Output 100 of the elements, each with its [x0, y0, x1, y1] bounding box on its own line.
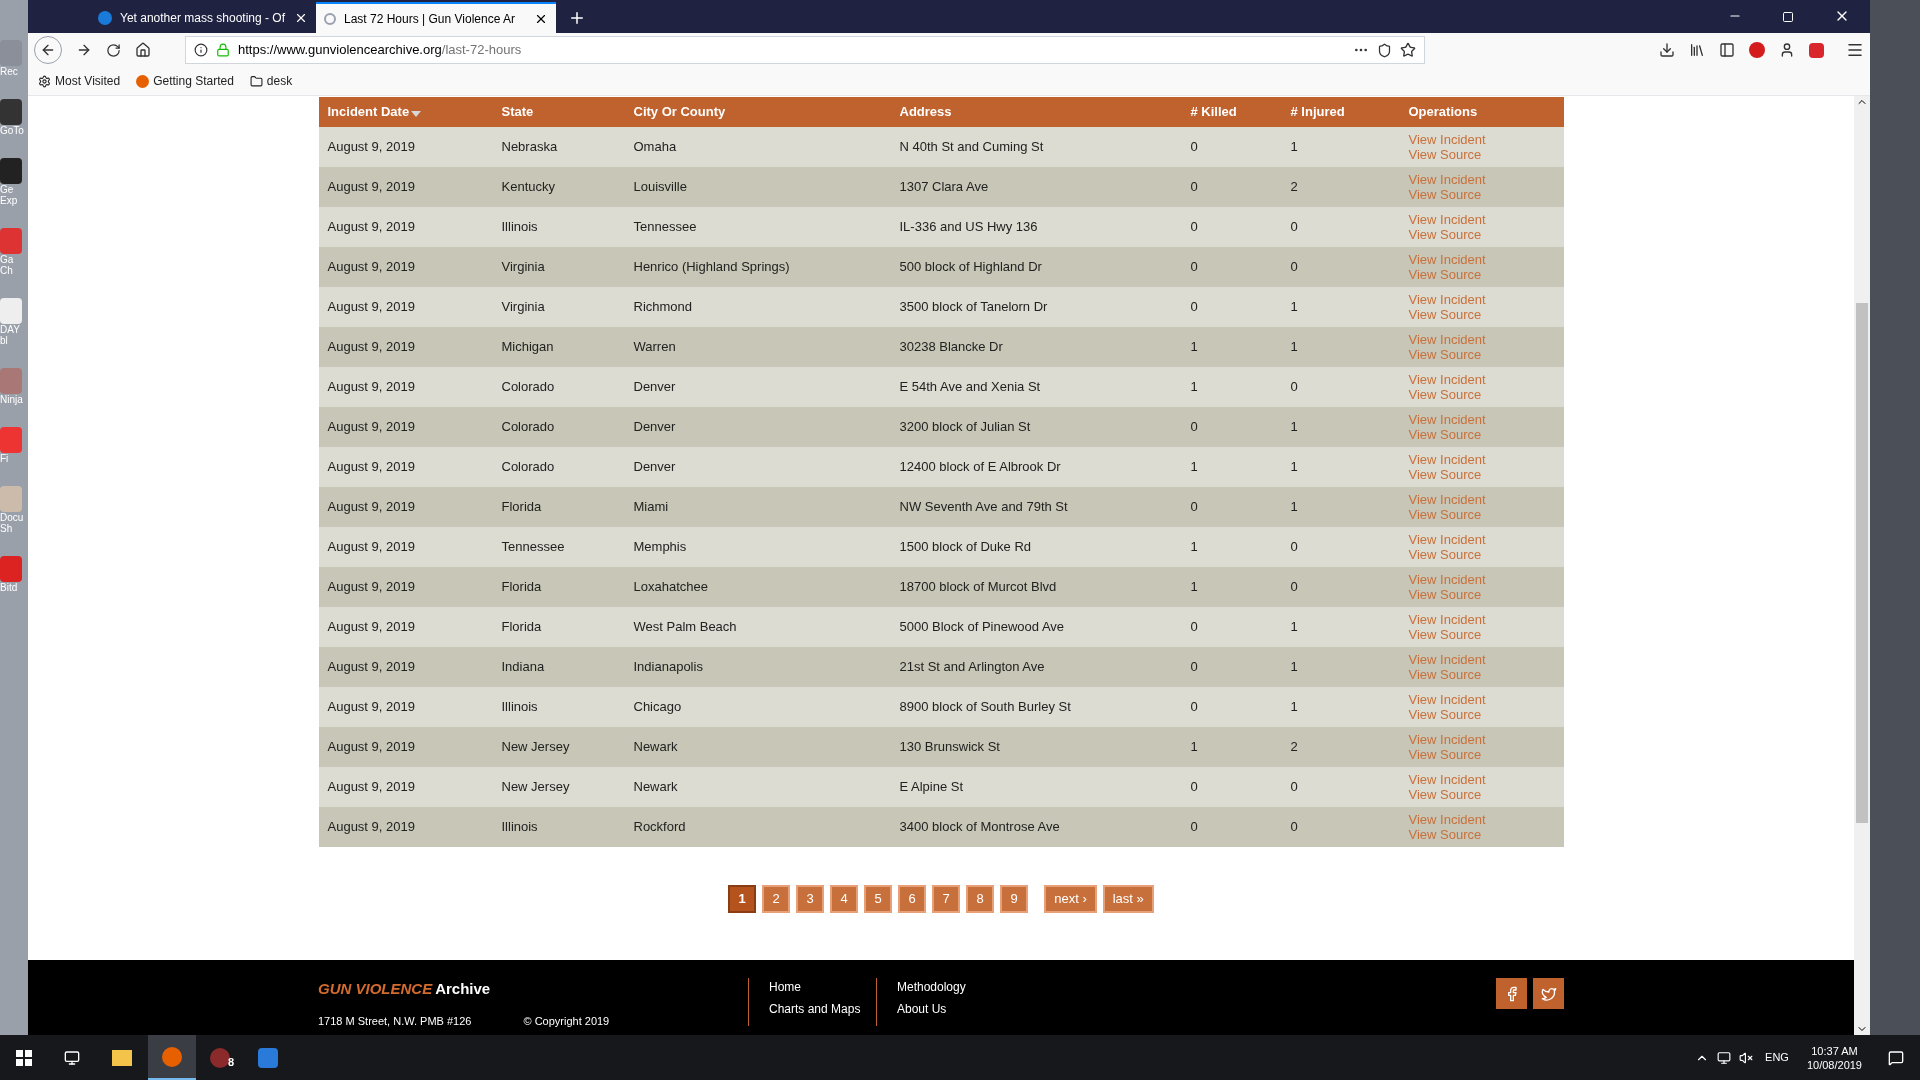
app-taskbar-icon[interactable]	[210, 1047, 230, 1068]
operation-link[interactable]: View Incident	[1408, 732, 1486, 747]
page-button[interactable]: 5	[864, 885, 893, 913]
mail-taskbar-icon[interactable]	[258, 1047, 278, 1068]
operation-link[interactable]: View Source	[1408, 187, 1482, 202]
operation-link[interactable]: View Source	[1408, 707, 1482, 722]
extension-icon[interactable]	[1809, 42, 1824, 58]
desktop-shortcut-icon[interactable]	[0, 158, 22, 184]
page-button[interactable]: 8	[966, 885, 995, 913]
reload-icon[interactable]	[106, 42, 121, 58]
network-icon[interactable]	[1717, 1050, 1732, 1065]
operation-link[interactable]: View Source	[1408, 747, 1482, 762]
operation-link[interactable]: View Source	[1408, 147, 1482, 162]
page-button[interactable]: 9	[1000, 885, 1029, 913]
operation-link[interactable]: View Source	[1408, 507, 1482, 522]
folder-icon	[249, 74, 263, 88]
operation-link[interactable]: View Source	[1408, 627, 1482, 642]
volume-icon[interactable]	[1739, 1050, 1754, 1065]
table-cell-text: 0	[1289, 218, 1299, 237]
home-icon[interactable]	[135, 42, 151, 58]
operation-link[interactable]: View Incident	[1408, 332, 1486, 347]
operation-link[interactable]: View Incident	[1408, 412, 1486, 427]
file-explorer-icon[interactable]	[112, 1049, 132, 1066]
operation-link[interactable]: View Incident	[1408, 772, 1486, 787]
bookmark-item[interactable]: desk	[249, 72, 293, 90]
maximize-icon[interactable]	[1782, 11, 1794, 23]
page-button[interactable]: last »	[1102, 885, 1154, 913]
address-bar[interactable]: https://www.gunviolencearchive.org/last-72-hours	[185, 36, 1425, 64]
column-header[interactable]: State	[492, 102, 625, 122]
operation-link[interactable]: View Incident	[1408, 612, 1486, 627]
operation-link[interactable]: View Incident	[1408, 532, 1486, 547]
menu-icon[interactable]	[1846, 41, 1864, 59]
page-button[interactable]: 4	[830, 885, 859, 913]
twitter-icon[interactable]	[1533, 978, 1564, 1009]
footer-link[interactable]: Methodology	[897, 978, 988, 996]
column-header[interactable]: Incident Date	[318, 102, 493, 122]
firefox-taskbar-icon[interactable]	[148, 1035, 196, 1080]
download-icon[interactable]	[1659, 42, 1675, 58]
operation-link[interactable]: View Incident	[1408, 812, 1486, 827]
clock[interactable]: 10:37 AM 10/08/2019	[1806, 1043, 1862, 1072]
operation-link[interactable]: View Incident	[1408, 372, 1486, 387]
operation-link[interactable]: View Source	[1408, 827, 1482, 842]
operation-link[interactable]: View Source	[1408, 307, 1482, 322]
table-cell-text: August 9, 2019	[326, 698, 416, 717]
column-header[interactable]: Address	[890, 102, 1182, 122]
operation-link[interactable]: View Incident	[1408, 172, 1486, 187]
page-button[interactable]: 7	[932, 885, 961, 913]
scrollbar[interactable]	[1854, 96, 1870, 1035]
operation-link[interactable]: View Source	[1408, 587, 1482, 602]
column-header[interactable]: # Injured	[1281, 102, 1400, 122]
table-cell-text: 1	[1189, 338, 1199, 357]
desktop-shortcut-icon[interactable]	[0, 99, 22, 125]
column-header[interactable]: City Or County	[624, 102, 891, 122]
library-icon[interactable]	[1689, 42, 1705, 58]
new-tab-icon[interactable]	[568, 9, 586, 27]
operation-link[interactable]: View Incident	[1408, 212, 1486, 227]
table-cell-text: Indianapolis	[632, 658, 704, 677]
operation-link[interactable]: View Incident	[1408, 452, 1486, 467]
page-button[interactable]: 3	[796, 885, 825, 913]
task-view-icon[interactable]	[64, 1049, 80, 1066]
account-icon[interactable]	[1779, 42, 1795, 58]
operation-link[interactable]: View Source	[1408, 387, 1482, 402]
facebook-icon[interactable]	[1496, 978, 1527, 1009]
page-button[interactable]: next ›	[1044, 885, 1097, 913]
bookmark-item[interactable]: Most Visited	[38, 72, 121, 90]
language-indicator[interactable]: ENG	[1765, 1049, 1789, 1066]
footer-link[interactable]: Home	[769, 978, 860, 996]
table-cell-text: E 54th Ave and Xenia St	[898, 378, 1042, 397]
operation-link[interactable]: View Source	[1408, 267, 1482, 282]
operation-link[interactable]: View Source	[1408, 227, 1482, 242]
operation-link[interactable]: View Source	[1408, 427, 1482, 442]
notifications-icon[interactable]	[1888, 1049, 1904, 1066]
page-button[interactable]: 6	[898, 885, 927, 913]
page-button[interactable]: 2	[762, 885, 791, 913]
footer-link[interactable]: About Us	[897, 1000, 988, 1018]
operation-link[interactable]: View Source	[1408, 667, 1482, 682]
bookmark-item[interactable]: Getting Started	[136, 72, 234, 90]
operation-link[interactable]: View Incident	[1408, 572, 1486, 587]
operation-link[interactable]: View Incident	[1408, 252, 1486, 267]
operation-link[interactable]: View Incident	[1408, 652, 1486, 667]
footer-link[interactable]: Charts and Maps	[769, 1000, 860, 1018]
table-cell-text: N 40th St and Cuming St	[898, 138, 1045, 157]
operation-link[interactable]: View Incident	[1408, 132, 1486, 147]
forward-icon[interactable]	[76, 42, 92, 58]
table-cell-text: 5000 Block of Pinewood Ave	[898, 618, 1066, 637]
info-icon[interactable]	[194, 43, 208, 57]
browser-tab[interactable]: Last 72 Hours | Gun Violence Ar	[316, 2, 556, 33]
column-header[interactable]: # Killed	[1181, 102, 1282, 122]
operation-link[interactable]: View Incident	[1408, 492, 1486, 507]
star-icon[interactable]	[1400, 42, 1416, 58]
operation-link[interactable]: View Incident	[1408, 692, 1486, 707]
operation-link[interactable]: View Source	[1408, 347, 1482, 362]
operation-link[interactable]: View Source	[1408, 547, 1482, 562]
page-button[interactable]: 1	[728, 885, 757, 913]
operation-link[interactable]: View Incident	[1408, 292, 1486, 307]
column-header[interactable]: Operations	[1399, 102, 1564, 122]
operation-link[interactable]: View Source	[1408, 467, 1482, 482]
sidebar-icon[interactable]	[1719, 42, 1735, 58]
operation-link[interactable]: View Source	[1408, 787, 1482, 802]
browser-tab[interactable]: Yet another mass shooting - Of	[90, 2, 316, 33]
